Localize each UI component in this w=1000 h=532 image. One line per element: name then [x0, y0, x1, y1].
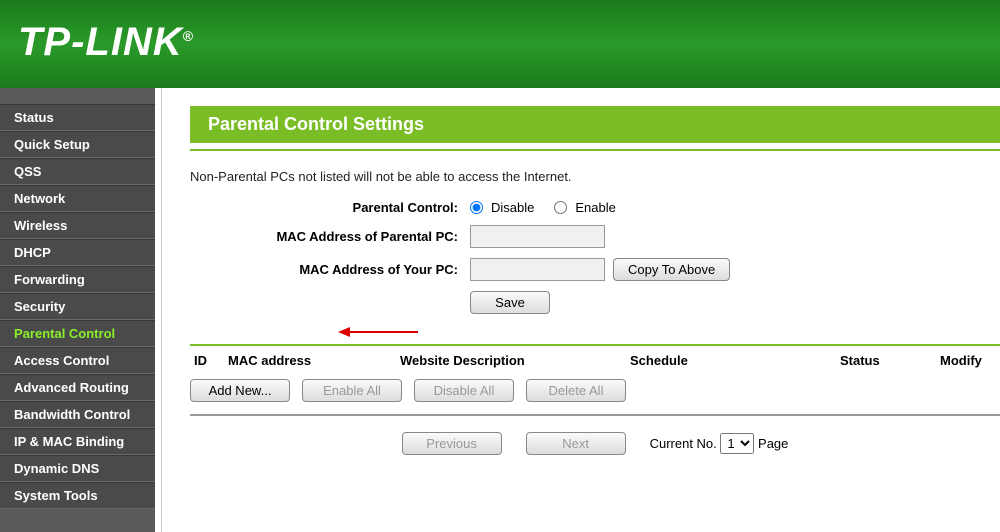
radio-disable-input[interactable] — [470, 201, 483, 214]
radio-enable-input[interactable] — [554, 201, 567, 214]
page-label: Page — [758, 436, 788, 451]
th-modify: Modify — [940, 353, 1000, 368]
th-schedule: Schedule — [630, 353, 840, 368]
brand-header: TP-LINK — [0, 0, 1000, 88]
th-desc: Website Description — [400, 353, 630, 368]
copy-to-above-button[interactable]: Copy To Above — [613, 258, 730, 281]
mac-your-input[interactable] — [470, 258, 605, 281]
sidebar-item-wireless[interactable]: Wireless — [0, 212, 155, 239]
th-id: ID — [190, 353, 228, 368]
mac-parental-input[interactable] — [470, 225, 605, 248]
sidebar-item-bandwidth-control[interactable]: Bandwidth Control — [0, 401, 155, 428]
parental-control-label: Parental Control: — [190, 200, 470, 215]
page-title: Parental Control Settings — [190, 106, 1000, 143]
sidebar-item-advanced-routing[interactable]: Advanced Routing — [0, 374, 155, 401]
current-no-label: Current No. — [650, 436, 717, 451]
table-header: ID MAC address Website Description Sched… — [190, 344, 1000, 375]
sidebar-item-forwarding[interactable]: Forwarding — [0, 266, 155, 293]
divider — [190, 149, 1000, 151]
sidebar-item-status[interactable]: Status — [0, 104, 155, 131]
radio-disable-label: Disable — [491, 200, 534, 215]
sidebar-item-parental-control[interactable]: Parental Control — [0, 320, 155, 347]
sidebar-item-network[interactable]: Network — [0, 185, 155, 212]
sidebar-item-access-control[interactable]: Access Control — [0, 347, 155, 374]
save-button[interactable]: Save — [470, 291, 550, 314]
brand-logo: TP-LINK — [18, 20, 982, 65]
sidebar-divider — [155, 88, 162, 532]
th-mac: MAC address — [228, 353, 400, 368]
disable-all-button[interactable]: Disable All — [414, 379, 514, 402]
mac-parental-label: MAC Address of Parental PC: — [190, 229, 470, 244]
radio-disable[interactable]: Disable — [470, 200, 534, 215]
previous-button[interactable]: Previous — [402, 432, 502, 455]
sidebar-item-system-tools[interactable]: System Tools — [0, 482, 155, 509]
sidebar-item-security[interactable]: Security — [0, 293, 155, 320]
radio-enable[interactable]: Enable — [554, 200, 615, 215]
next-button[interactable]: Next — [526, 432, 626, 455]
sidebar-item-dynamic-dns[interactable]: Dynamic DNS — [0, 455, 155, 482]
th-status: Status — [840, 353, 940, 368]
divider-grey — [190, 414, 1000, 416]
enable-all-button[interactable]: Enable All — [302, 379, 402, 402]
sidebar-item-dhcp[interactable]: DHCP — [0, 239, 155, 266]
sidebar-nav: Status Quick Setup QSS Network Wireless … — [0, 88, 155, 532]
add-new-button[interactable]: Add New... — [190, 379, 290, 402]
main-content: Parental Control Settings Non-Parental P… — [162, 88, 1000, 532]
sidebar-item-quick-setup[interactable]: Quick Setup — [0, 131, 155, 158]
sidebar-item-qss[interactable]: QSS — [0, 158, 155, 185]
mac-your-label: MAC Address of Your PC: — [190, 262, 470, 277]
delete-all-button[interactable]: Delete All — [526, 379, 626, 402]
radio-enable-label: Enable — [575, 200, 615, 215]
pager: Previous Next Current No. 1 Page — [190, 432, 1000, 455]
table-actions: Add New... Enable All Disable All Delete… — [190, 379, 1000, 402]
info-text: Non-Parental PCs not listed will not be … — [190, 169, 1000, 184]
current-no-select[interactable]: 1 — [720, 433, 754, 454]
sidebar-item-ip-mac-binding[interactable]: IP & MAC Binding — [0, 428, 155, 455]
